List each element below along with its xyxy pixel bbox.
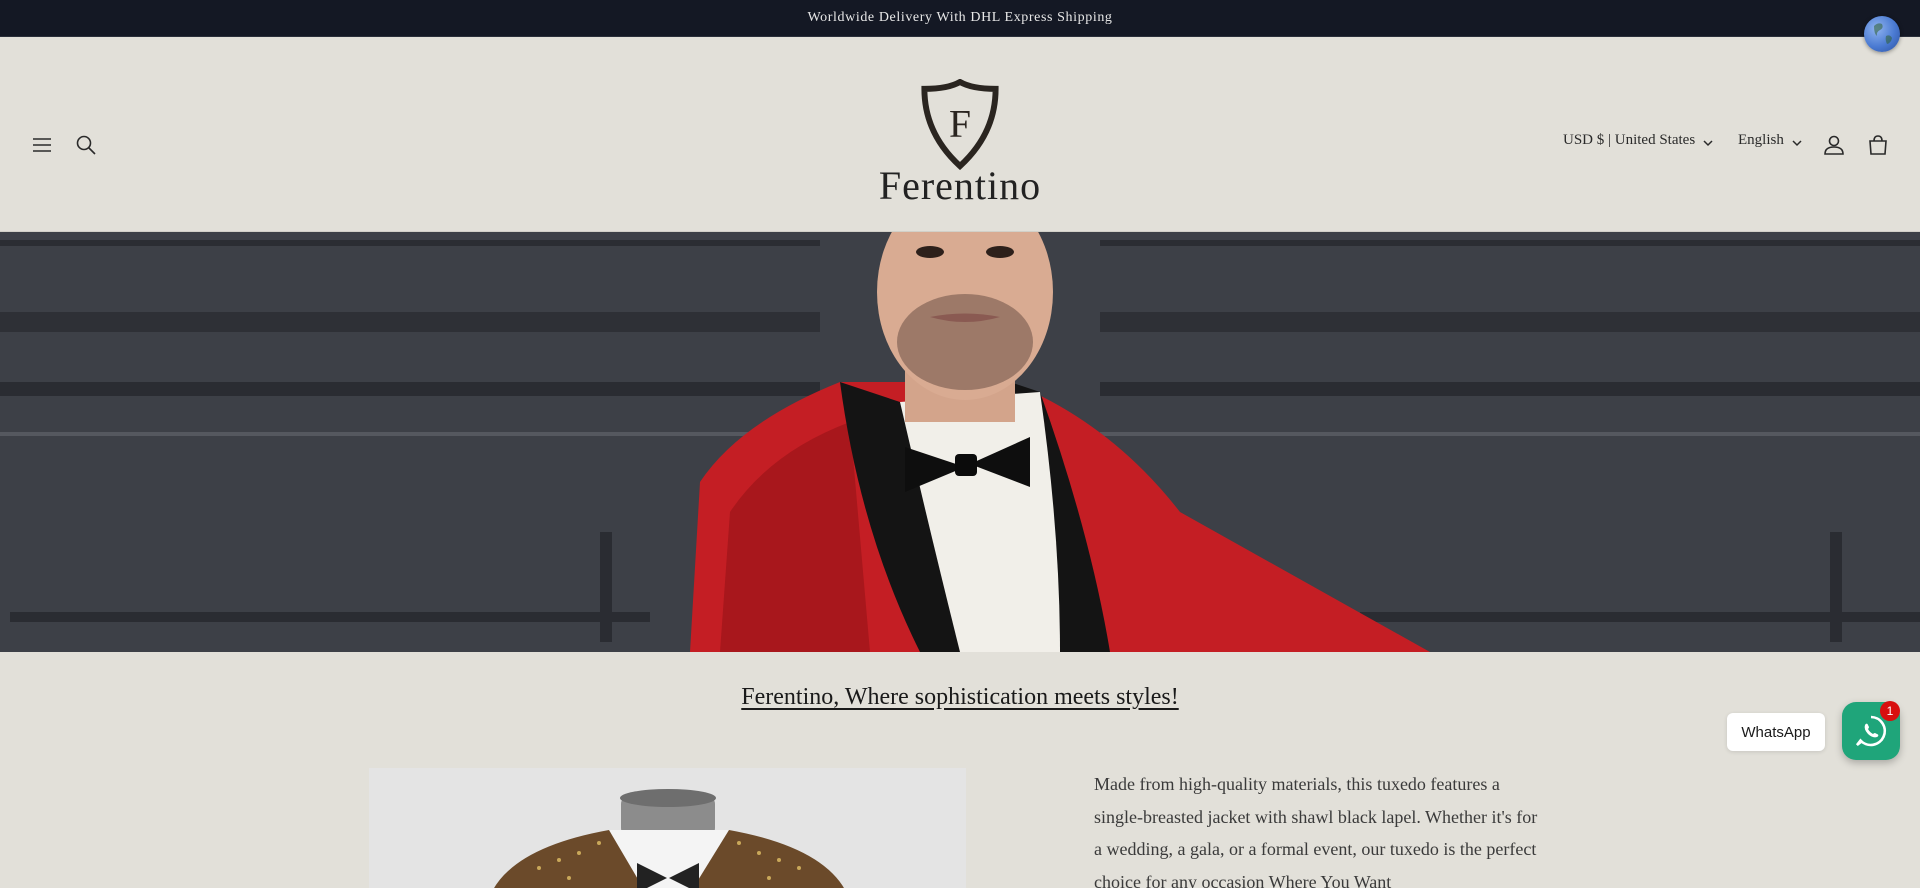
hero-tuxedo-image (0, 232, 1920, 652)
logo-letter: F (949, 101, 971, 145)
notification-badge: 1 (1880, 701, 1900, 721)
whatsapp-icon (1855, 715, 1887, 747)
globe-icon[interactable] (1864, 16, 1900, 52)
whatsapp-label[interactable]: WhatsApp (1727, 713, 1825, 751)
cart-icon[interactable] (1864, 131, 1892, 159)
search-icon[interactable] (72, 131, 100, 159)
site-header: F Ferentino USD $ | United States Englis… (0, 37, 1920, 232)
shield-logo-icon: F (921, 79, 999, 170)
product-description: Made from high-quality materials, this t… (1094, 774, 1538, 888)
announcement-text: Worldwide Delivery With DHL Express Ship… (807, 10, 1113, 25)
product-image[interactable] (369, 768, 966, 888)
language-label: English (1738, 132, 1784, 148)
logo-wordmark: Ferentino (878, 163, 1042, 208)
account-icon[interactable] (1820, 131, 1848, 159)
announcement-bar: Worldwide Delivery With DHL Express Ship… (0, 0, 1920, 37)
hamburger-menu-icon[interactable] (28, 131, 56, 159)
hero-banner (0, 232, 1920, 652)
chevron-down-icon (1792, 136, 1802, 146)
currency-label: USD $ | United States (1563, 132, 1696, 148)
currency-selector[interactable]: USD $ | United States (1563, 132, 1713, 149)
site-logo[interactable]: F Ferentino (870, 79, 1050, 209)
brand-tagline-link[interactable]: Ferentino, Where sophistication meets st… (0, 684, 1920, 711)
tuxedo-mannequin-image (369, 768, 966, 888)
chevron-down-icon (1703, 136, 1713, 146)
language-selector[interactable]: English (1738, 132, 1802, 149)
